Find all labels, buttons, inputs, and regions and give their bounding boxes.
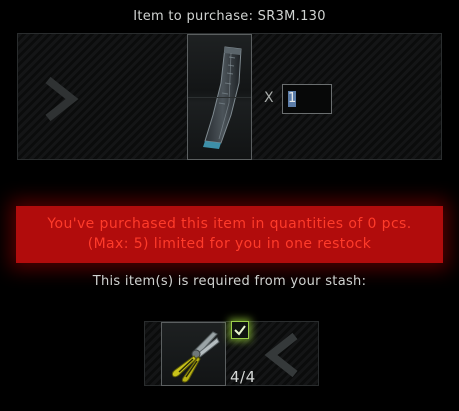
warning-line-2: (Max: 5) limited for you in one restock bbox=[87, 236, 372, 252]
chevron-icon bbox=[45, 76, 79, 122]
required-item-tile[interactable] bbox=[161, 322, 226, 386]
purchase-dialog: Item to purchase: SR3M.130 X 1 1 You've … bbox=[0, 0, 459, 411]
required-item-count: 4/4 bbox=[230, 368, 256, 386]
item-tile[interactable] bbox=[187, 34, 252, 160]
required-items-label: This item(s) is required from your stash… bbox=[92, 274, 367, 289]
restock-limit-warning: You've purchased this item in quantities… bbox=[16, 206, 443, 263]
item-panel: X 1 bbox=[17, 33, 442, 160]
pliers-icon bbox=[171, 331, 220, 383]
multiplier-label: X bbox=[264, 90, 274, 106]
magazine-icon bbox=[203, 46, 242, 149]
chevron-icon bbox=[264, 332, 298, 378]
quantity-value: 1 bbox=[288, 91, 297, 106]
requirement-met-checkbox bbox=[231, 321, 249, 339]
required-item-panel: 4/4 bbox=[144, 321, 319, 386]
warning-line-1: You've purchased this item in quantities… bbox=[47, 216, 412, 232]
page-title: Item to purchase: SR3M.130 bbox=[133, 9, 326, 24]
checkmark-icon bbox=[234, 325, 246, 336]
